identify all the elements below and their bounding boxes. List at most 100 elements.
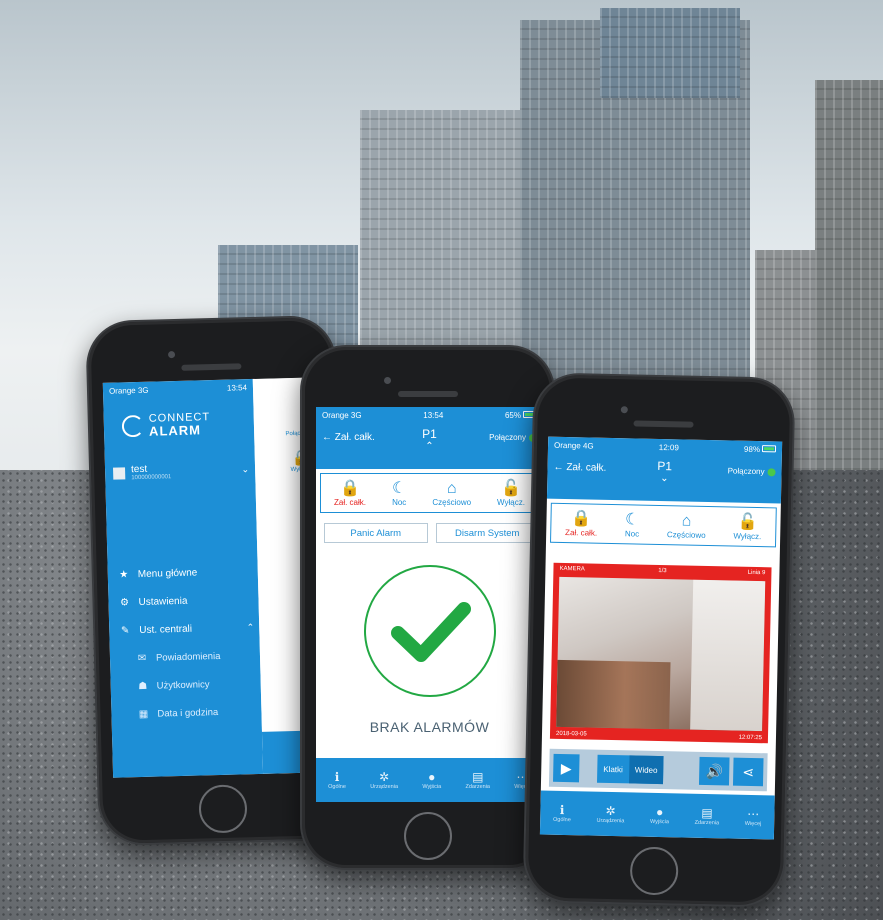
connection-status: Połączony [489,433,537,442]
camera-time: 12:07:25 [738,734,763,742]
mode-night[interactable]: ☾ Noc [625,511,640,538]
connect-alarm-logo: CONNECT ALARM [121,411,211,439]
tab-bar: ℹ Ogólne ✲ Urządzenia ● Wyjścia ▤ Zdarzenia … [316,758,543,802]
camera-counter: 1/3 [658,567,667,575]
app-header: Orange 4G 12:09 98% ← Zał. całk. P1 ⌄ Po… [546,436,783,504]
home-icon: ⌂ [681,511,692,530]
mode-disarm[interactable]: 🔓 Wyłącz. [733,513,761,540]
side-drawer: Orange 3G 13:54 CONNECT ALARM test 10000… [102,378,264,778]
arm-mode-bar: 🔒 Zał. całk. ☾ Noc ⌂ Częściowo 🔓 Wyłącz. [550,502,777,548]
info-icon: ℹ [559,802,565,818]
status-bar: Orange 3G 13:54 65% [316,407,543,423]
user-id: 100000000001 [131,474,172,482]
moon-icon: ☾ [624,510,640,529]
calendar-icon: ▦ [138,708,149,720]
more-icon: ⋯ [747,806,760,822]
mode-partial[interactable]: ⌂ Częściowo [432,480,471,507]
mode-full-arm[interactable]: 🔒 Zał. całk. [334,480,366,507]
tab-events[interactable]: ▤ Zdarzenia [466,770,490,790]
camera-feed-image [556,576,766,732]
battery-icon [761,444,777,452]
app-header: Orange 3G 13:54 65% ← Zał. całk. P1 ⌃ Po… [316,407,543,469]
speaker [633,420,694,428]
screen: Orange 4G 12:09 98% ← Zał. całk. P1 ⌄ Po… [539,436,783,840]
lock-closed-icon: 🔒 [571,509,592,528]
phone-camera: Orange 4G 12:09 98% ← Zał. całk. P1 ⌄ Po… [522,372,796,908]
gear-icon: ⚙ [119,596,130,609]
tab-devices[interactable]: ✲ Urządzenia [596,803,624,824]
sound-button[interactable]: 🔊 [698,756,730,786]
arm-mode-bar: 🔒 Zał. całk. ☾ Noc ⌂ Częściowo 🔓 Wyłącz. [320,473,539,513]
front-camera [167,351,176,359]
alarm-status-text: BRAK ALARMÓW [369,719,490,735]
menu-item-users[interactable]: ☗ Użytkownicy [120,669,256,701]
lock-open-icon: 🔓 [501,479,521,497]
speaker [397,391,458,397]
menu-item-settings[interactable]: ⚙ Ustawienia [118,585,254,617]
home-button[interactable] [629,846,679,896]
front-camera [384,377,391,384]
mode-full-arm[interactable]: 🔒 Zał. całk. [565,510,598,538]
info-icon: ℹ [334,770,340,784]
chevron-down-icon: ⌄ [241,464,250,475]
envelope-icon: ✉ [137,652,147,664]
checkmark-icon [364,565,496,697]
mode-night[interactable]: ☾ Noc [392,480,406,507]
speaker [181,363,242,371]
share-icon: ⋖ [742,763,755,780]
tab-outputs[interactable]: ● Wyjścia [650,805,669,825]
list-icon: ▤ [701,805,713,821]
bulb-icon: ● [428,770,436,784]
play-button[interactable]: ▶ [553,753,580,783]
menu-item-panel-settings[interactable]: ✎ Ust. centrali ⌃ [119,613,255,645]
camera-view[interactable]: KAMERA 1/3 Linia 9 2018-03-05 12:07:25 [549,562,772,744]
tab-events[interactable]: ▤ Zdarzenia [695,805,720,826]
home-button[interactable] [198,784,248,834]
list-icon: ▤ [472,770,484,784]
frames-option[interactable]: Klatki [597,755,629,784]
panic-alarm-button[interactable]: Panic Alarm [324,523,428,543]
star-icon: ★ [119,568,129,581]
lock-closed-icon: 🔒 [340,479,360,497]
logo-ring-icon [121,414,145,438]
menu-item-date-time[interactable]: ▦ Data i godzina [121,697,257,729]
user-selector[interactable]: test 100000000001 ⌄ [112,461,250,482]
play-icon: ▶ [560,759,572,776]
users-icon: ☗ [138,680,148,692]
action-buttons: Panic Alarm Disarm System [324,523,539,543]
moon-icon: ☾ [392,479,407,497]
tab-devices[interactable]: ✲ Urządzenia [370,770,398,790]
tab-more[interactable]: ⋯ Więcej [745,807,762,827]
share-button[interactable]: ⋖ [732,757,764,787]
devices-icon: ✲ [605,803,616,819]
menu-item-notifications[interactable]: ✉ Powiadomienia [120,641,256,673]
screen: Orange 3G 13:54 65% ← Zał. całk. P1 ⌃ Po… [316,407,543,802]
building [815,80,883,500]
camera-controls: ▶ Klatki Wideo 🔊 ⋖ [548,748,768,792]
status-bar: Orange 3G 13:54 [108,382,248,396]
tab-outputs[interactable]: ● Wyjścia [422,770,441,790]
mode-partial[interactable]: ⌂ Częściowo [667,512,706,540]
chevron-up-icon[interactable]: ⌃ [316,441,543,452]
status-dot [767,468,776,477]
status-bar: Orange 4G 12:09 98% [548,437,782,458]
chevron-up-icon: ⌃ [246,621,255,632]
tab-bar: ℹ Ogólne ✲ Urządzenia ● Wyjścia ▤ Zdarzenia … [539,790,775,840]
tab-general[interactable]: ℹ Ogólne [553,803,571,823]
building [600,8,740,98]
home-button[interactable] [403,812,452,860]
mode-disarm[interactable]: 🔓 Wyłącz. [497,480,525,507]
speaker-icon: 🔊 [705,762,724,779]
connection-status: Połączony [728,466,776,477]
menu-item-main[interactable]: ★ Menu główne [117,557,253,589]
camera-date: 2018-03-05 [555,730,587,738]
disarm-system-button[interactable]: Disarm System [435,523,539,543]
front-camera [620,406,628,414]
home-icon: ⌂ [446,479,457,497]
lock-open-icon: 🔓 [737,513,758,531]
video-option[interactable]: Wideo [628,755,664,785]
avatar [112,466,126,480]
tab-general[interactable]: ℹ Ogólne [328,770,346,790]
devices-icon: ✲ [379,770,390,784]
drawer-menu: ★ Menu główne ⚙ Ustawienia ✎ Ust. centrali ⌃… [117,557,256,728]
